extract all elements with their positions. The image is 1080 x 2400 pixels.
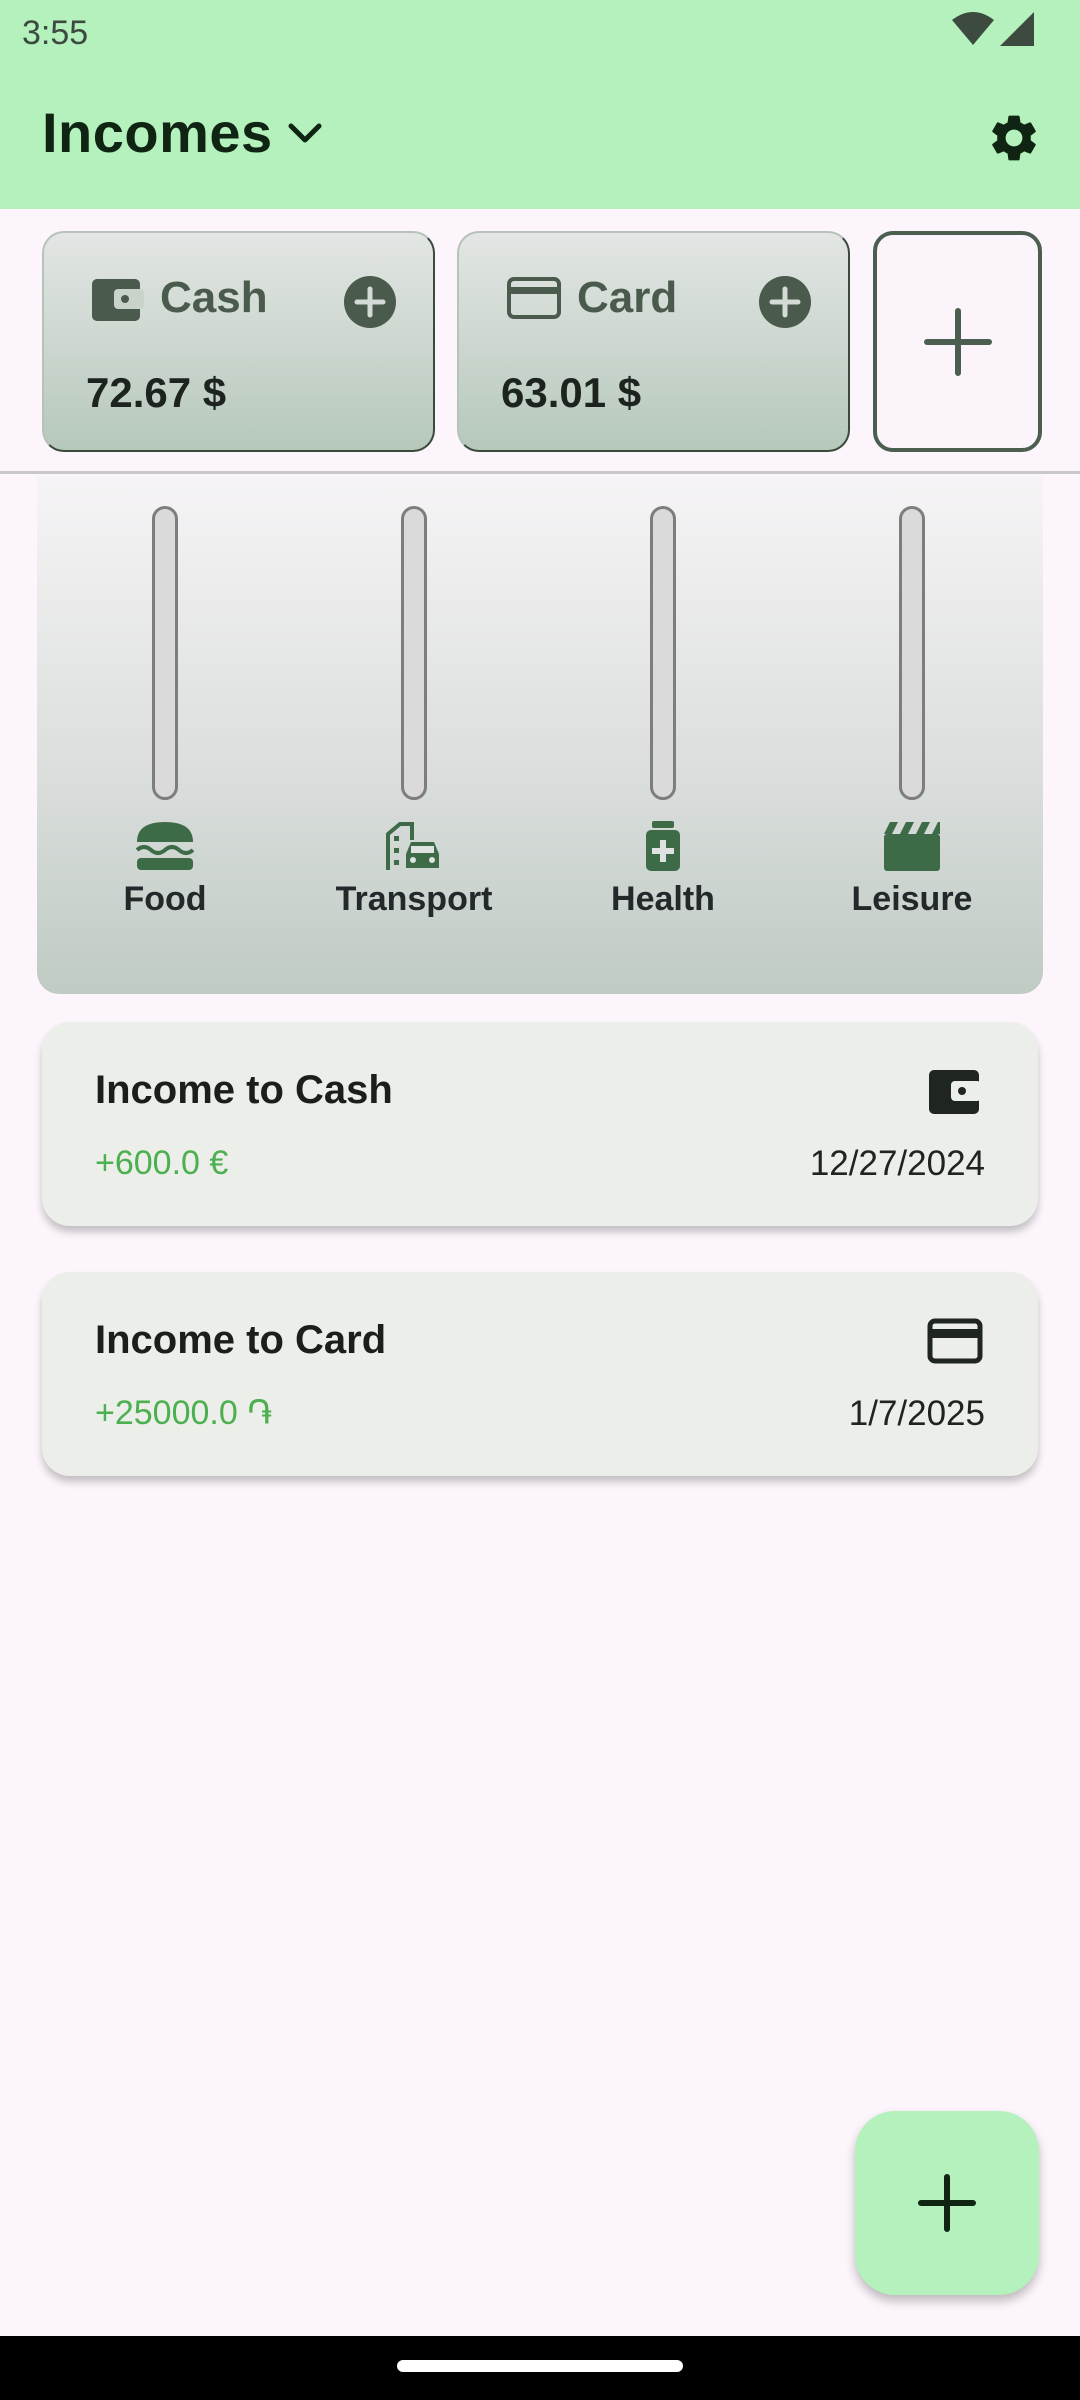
status-time: 3:55 (22, 14, 89, 52)
add-account-button[interactable] (873, 231, 1042, 452)
add-income-fab[interactable] (855, 2111, 1039, 2295)
income-date: 1/7/2025 (848, 1394, 985, 1433)
add-circle-icon[interactable] (343, 275, 397, 329)
category-label: Health (611, 880, 715, 918)
city-car-icon (386, 822, 439, 870)
income-list-item[interactable]: Income to Card +25000.0 ֏ 1/7/2025 (42, 1272, 1038, 1476)
wallet-icon (92, 279, 144, 321)
app-bar: 3:55 Incomes (0, 0, 1080, 209)
income-date: 12/27/2024 (809, 1144, 985, 1183)
category-label: Transport (335, 880, 493, 918)
clapperboard-icon (884, 822, 940, 871)
category-label: Leisure (851, 880, 973, 918)
credit-card-icon (507, 277, 561, 319)
add-circle-icon[interactable] (758, 275, 812, 329)
category-progress-bar (401, 506, 427, 800)
category-health[interactable]: Health (543, 506, 783, 926)
account-card-cash[interactable]: Cash 72.67 $ (42, 231, 435, 452)
title-dropdown[interactable]: Incomes (42, 100, 325, 165)
category-progress-bar (650, 506, 676, 800)
income-list-item[interactable]: Income to Cash +600.0 € 12/27/2024 (42, 1022, 1038, 1226)
category-progress-bar (899, 506, 925, 800)
category-transport[interactable]: Transport (294, 506, 534, 926)
account-card-card[interactable]: Card 63.01 $ (457, 231, 850, 452)
account-name: Cash (160, 273, 268, 322)
chevron-down-icon (288, 123, 322, 142)
medicine-icon (646, 821, 680, 871)
accounts-strip: Cash 72.67 $ Card 63.01 $ (0, 209, 1080, 474)
wifi-icon (952, 12, 994, 45)
plus-icon (923, 307, 992, 376)
account-balance: 72.67 $ (86, 369, 227, 416)
home-gesture-handle[interactable] (397, 2360, 683, 2372)
credit-card-icon (927, 1318, 983, 1364)
plus-icon (918, 2174, 976, 2232)
income-title: Income to Card (95, 1318, 387, 1362)
page-title: Incomes (42, 101, 273, 164)
account-balance: 63.01 $ (501, 369, 642, 416)
category-label: Food (123, 880, 207, 918)
income-amount: +600.0 € (95, 1144, 229, 1182)
wallet-icon (929, 1070, 981, 1114)
signal-icon (1000, 12, 1034, 46)
category-progress-bar (152, 506, 178, 800)
status-icons (952, 12, 1034, 46)
categories-panel: Food Transport Health Leisure (37, 476, 1043, 994)
income-title: Income to Cash (95, 1068, 393, 1112)
settings-gear-icon[interactable] (986, 110, 1042, 166)
category-leisure[interactable]: Leisure (792, 506, 1032, 926)
category-food[interactable]: Food (45, 506, 285, 926)
burger-icon (135, 822, 195, 870)
income-amount: +25000.0 ֏ (95, 1394, 273, 1432)
account-name: Card (577, 273, 678, 322)
